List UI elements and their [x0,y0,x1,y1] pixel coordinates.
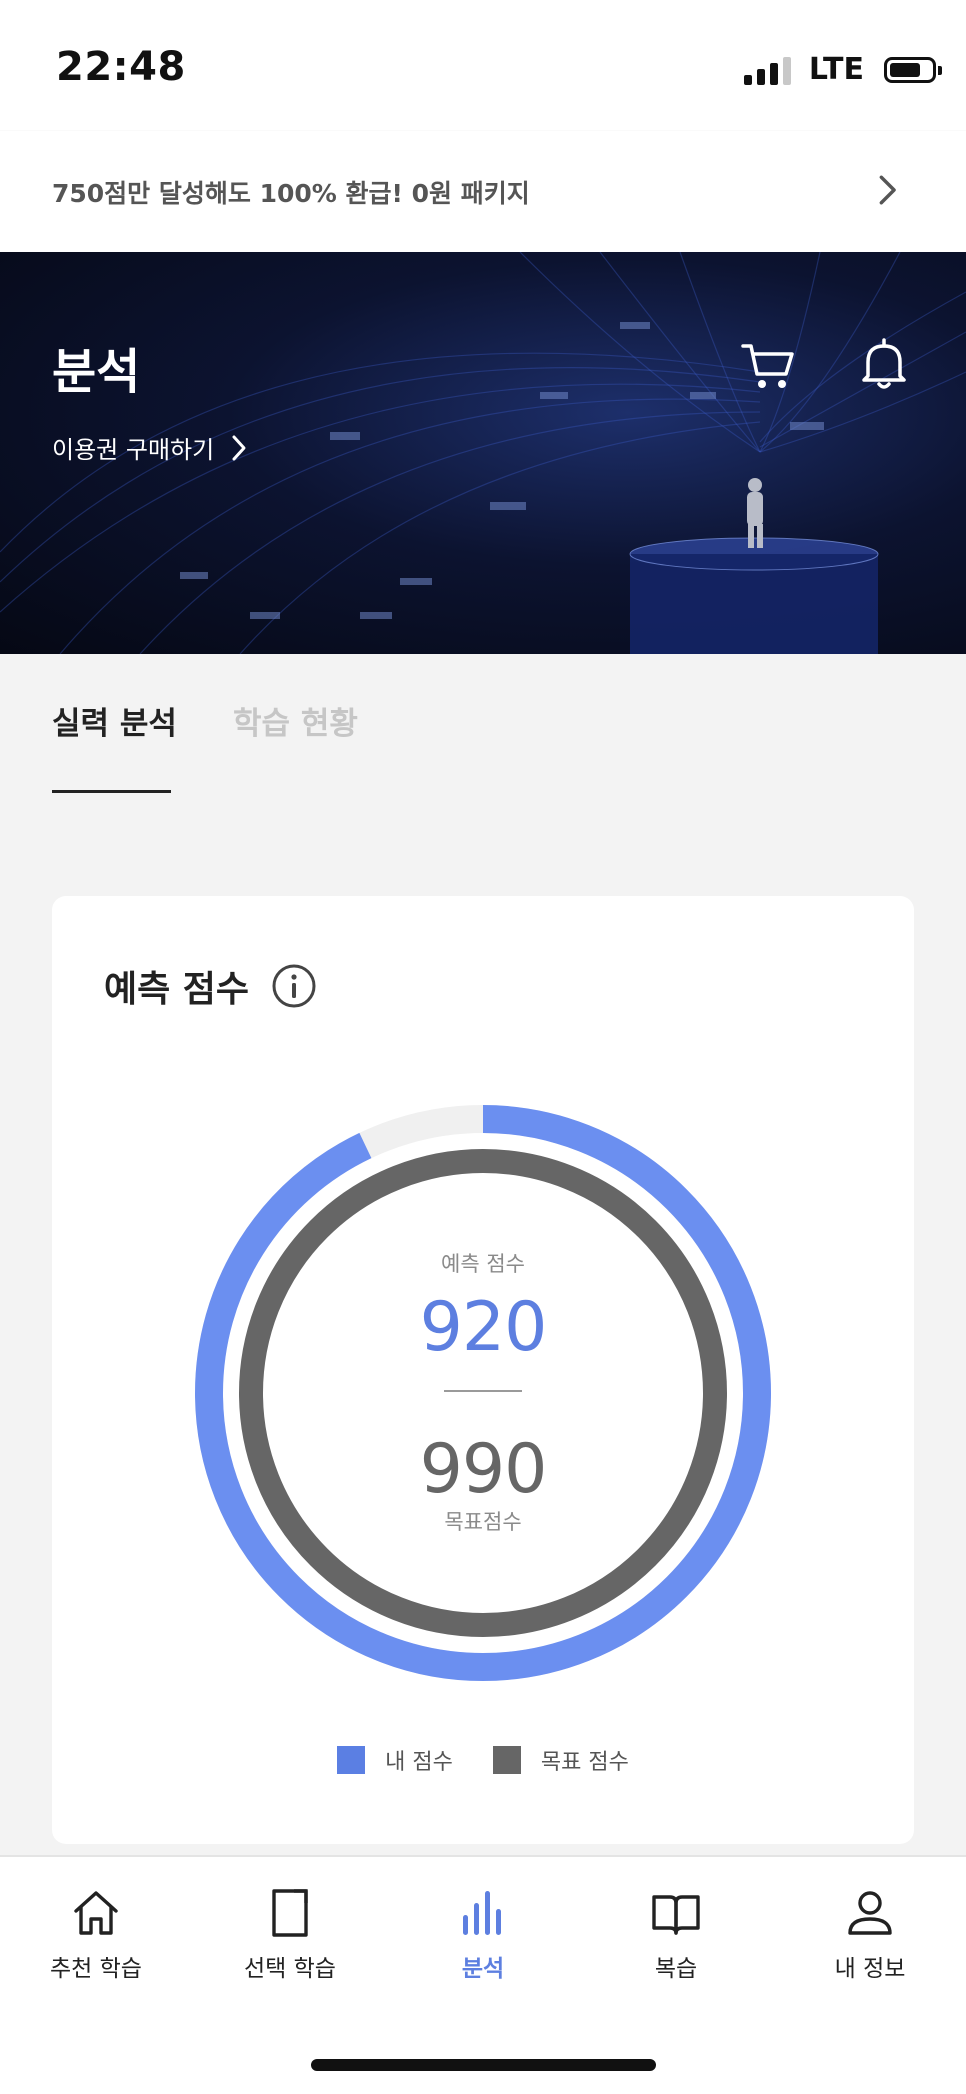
tab-label: 추천 학습 [50,1956,142,1982]
purchase-pass-link[interactable]: 이용권 구매하기 [52,430,250,465]
legend-item-my-score: 내 점수 [337,1744,453,1776]
predicted-score-card: 예측 점수 예측 점수 920 990 목표점수 내 점수 목표 점수 [52,896,914,1844]
tab-skill-analysis[interactable]: 실력 분석 [52,698,177,743]
info-icon[interactable] [271,963,317,1009]
user-icon [848,1891,892,1935]
open-book-icon [652,1895,700,1935]
tab-selected-study[interactable]: 선택 학습 [210,1887,370,1983]
chart-legend: 내 점수 목표 점수 [52,1744,914,1776]
tab-label: 복습 [654,1956,698,1982]
card-title: 예측 점수 [104,960,317,1012]
tab-analysis[interactable]: 분석 [403,1887,563,1983]
tab-learning-status[interactable]: 학습 현황 [233,698,358,743]
book-page-icon [272,1889,308,1937]
chevron-right-icon [879,175,896,205]
legend-item-target-score: 목표 점수 [492,1744,629,1776]
status-indicators: LTE [743,52,942,87]
tab-my-info[interactable]: 내 정보 [790,1887,950,1983]
my-score-ring [195,1105,771,1681]
score-donut-chart [195,1105,771,1681]
status-time: 22:48 [56,44,186,90]
target-score-label: 목표점수 [444,1510,522,1534]
purchase-pass-label: 이용권 구매하기 [52,436,215,464]
legend-swatch-target-score [492,1746,521,1774]
score-divider [444,1390,522,1392]
home-icon [74,1891,118,1935]
legend-label-my-score: 내 점수 [385,1750,453,1775]
target-score-ring [239,1149,727,1637]
bar-chart-icon [463,1891,501,1935]
bell-icon[interactable] [858,336,910,392]
card-title-text: 예측 점수 [104,969,250,1010]
chevron-right-icon [232,435,246,460]
tab-review[interactable]: 복습 [596,1887,756,1983]
analysis-tabs: 실력 분석 학습 현황 [0,654,966,794]
tab-label: 내 정보 [834,1956,906,1982]
cart-icon[interactable] [740,340,796,392]
hero-banner: 분석 이용권 구매하기 [0,252,966,654]
predicted-score-label: 예측 점수 [441,1252,525,1276]
status-bar: 22:48 LTE [0,0,966,130]
tab-label: 선택 학습 [244,1956,336,1982]
active-tab-indicator [52,790,171,793]
legend-swatch-my-score [337,1746,366,1774]
promo-text: 750점만 달성해도 100% 환급! 0원 패키지 [52,179,530,208]
home-indicator [311,2059,656,2071]
tab-label: 분석 [461,1956,505,1982]
legend-label-target-score: 목표 점수 [540,1750,629,1775]
battery-icon [884,56,942,83]
promo-banner[interactable]: 750점만 달성해도 100% 환급! 0원 패키지 [0,130,966,253]
network-type: LTE [808,52,864,87]
page-title: 분석 [52,344,141,400]
target-score-value: 990 [419,1430,548,1509]
predicted-score-value: 920 [419,1288,548,1367]
signal-icon [743,55,791,85]
tab-recommended-study[interactable]: 추천 학습 [16,1887,176,1983]
